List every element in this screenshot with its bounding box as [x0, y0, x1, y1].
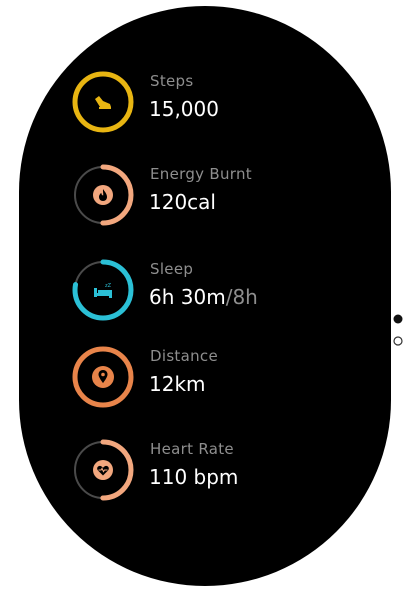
watch-screen: Steps 15,000 Energy Burnt 120cal zZ Slee… [19, 6, 391, 586]
metric-distance[interactable]: Distance 12km [71, 345, 371, 411]
metric-sleep[interactable]: zZ Sleep 6h 30m/8h [71, 258, 371, 324]
metric-value: 120cal [149, 190, 216, 214]
metric-heart-rate[interactable]: Heart Rate 110 bpm [71, 438, 371, 504]
metric-value: 110 bpm [149, 465, 239, 489]
location-pin-icon [92, 366, 114, 388]
page-indicator-dot-active[interactable] [392, 313, 404, 325]
heart-pulse-icon [93, 460, 113, 480]
shoe-icon [95, 96, 111, 109]
metric-value: 6h 30m/8h [149, 285, 258, 309]
metric-value: 15,000 [149, 97, 219, 121]
metric-label: Distance [150, 347, 218, 365]
metric-label: Heart Rate [150, 440, 234, 458]
bed-icon: zZ [94, 283, 112, 298]
flame-icon [93, 185, 113, 205]
metric-steps[interactable]: Steps 15,000 [71, 70, 371, 136]
metric-value: 12km [149, 372, 206, 396]
page-indicator-dot[interactable] [392, 335, 404, 347]
metric-label: Energy Burnt [150, 165, 252, 183]
svg-text:zZ: zZ [105, 283, 112, 289]
metric-energy-burnt[interactable]: Energy Burnt 120cal [71, 163, 371, 229]
metric-label: Sleep [150, 260, 194, 278]
metric-label: Steps [150, 72, 194, 90]
